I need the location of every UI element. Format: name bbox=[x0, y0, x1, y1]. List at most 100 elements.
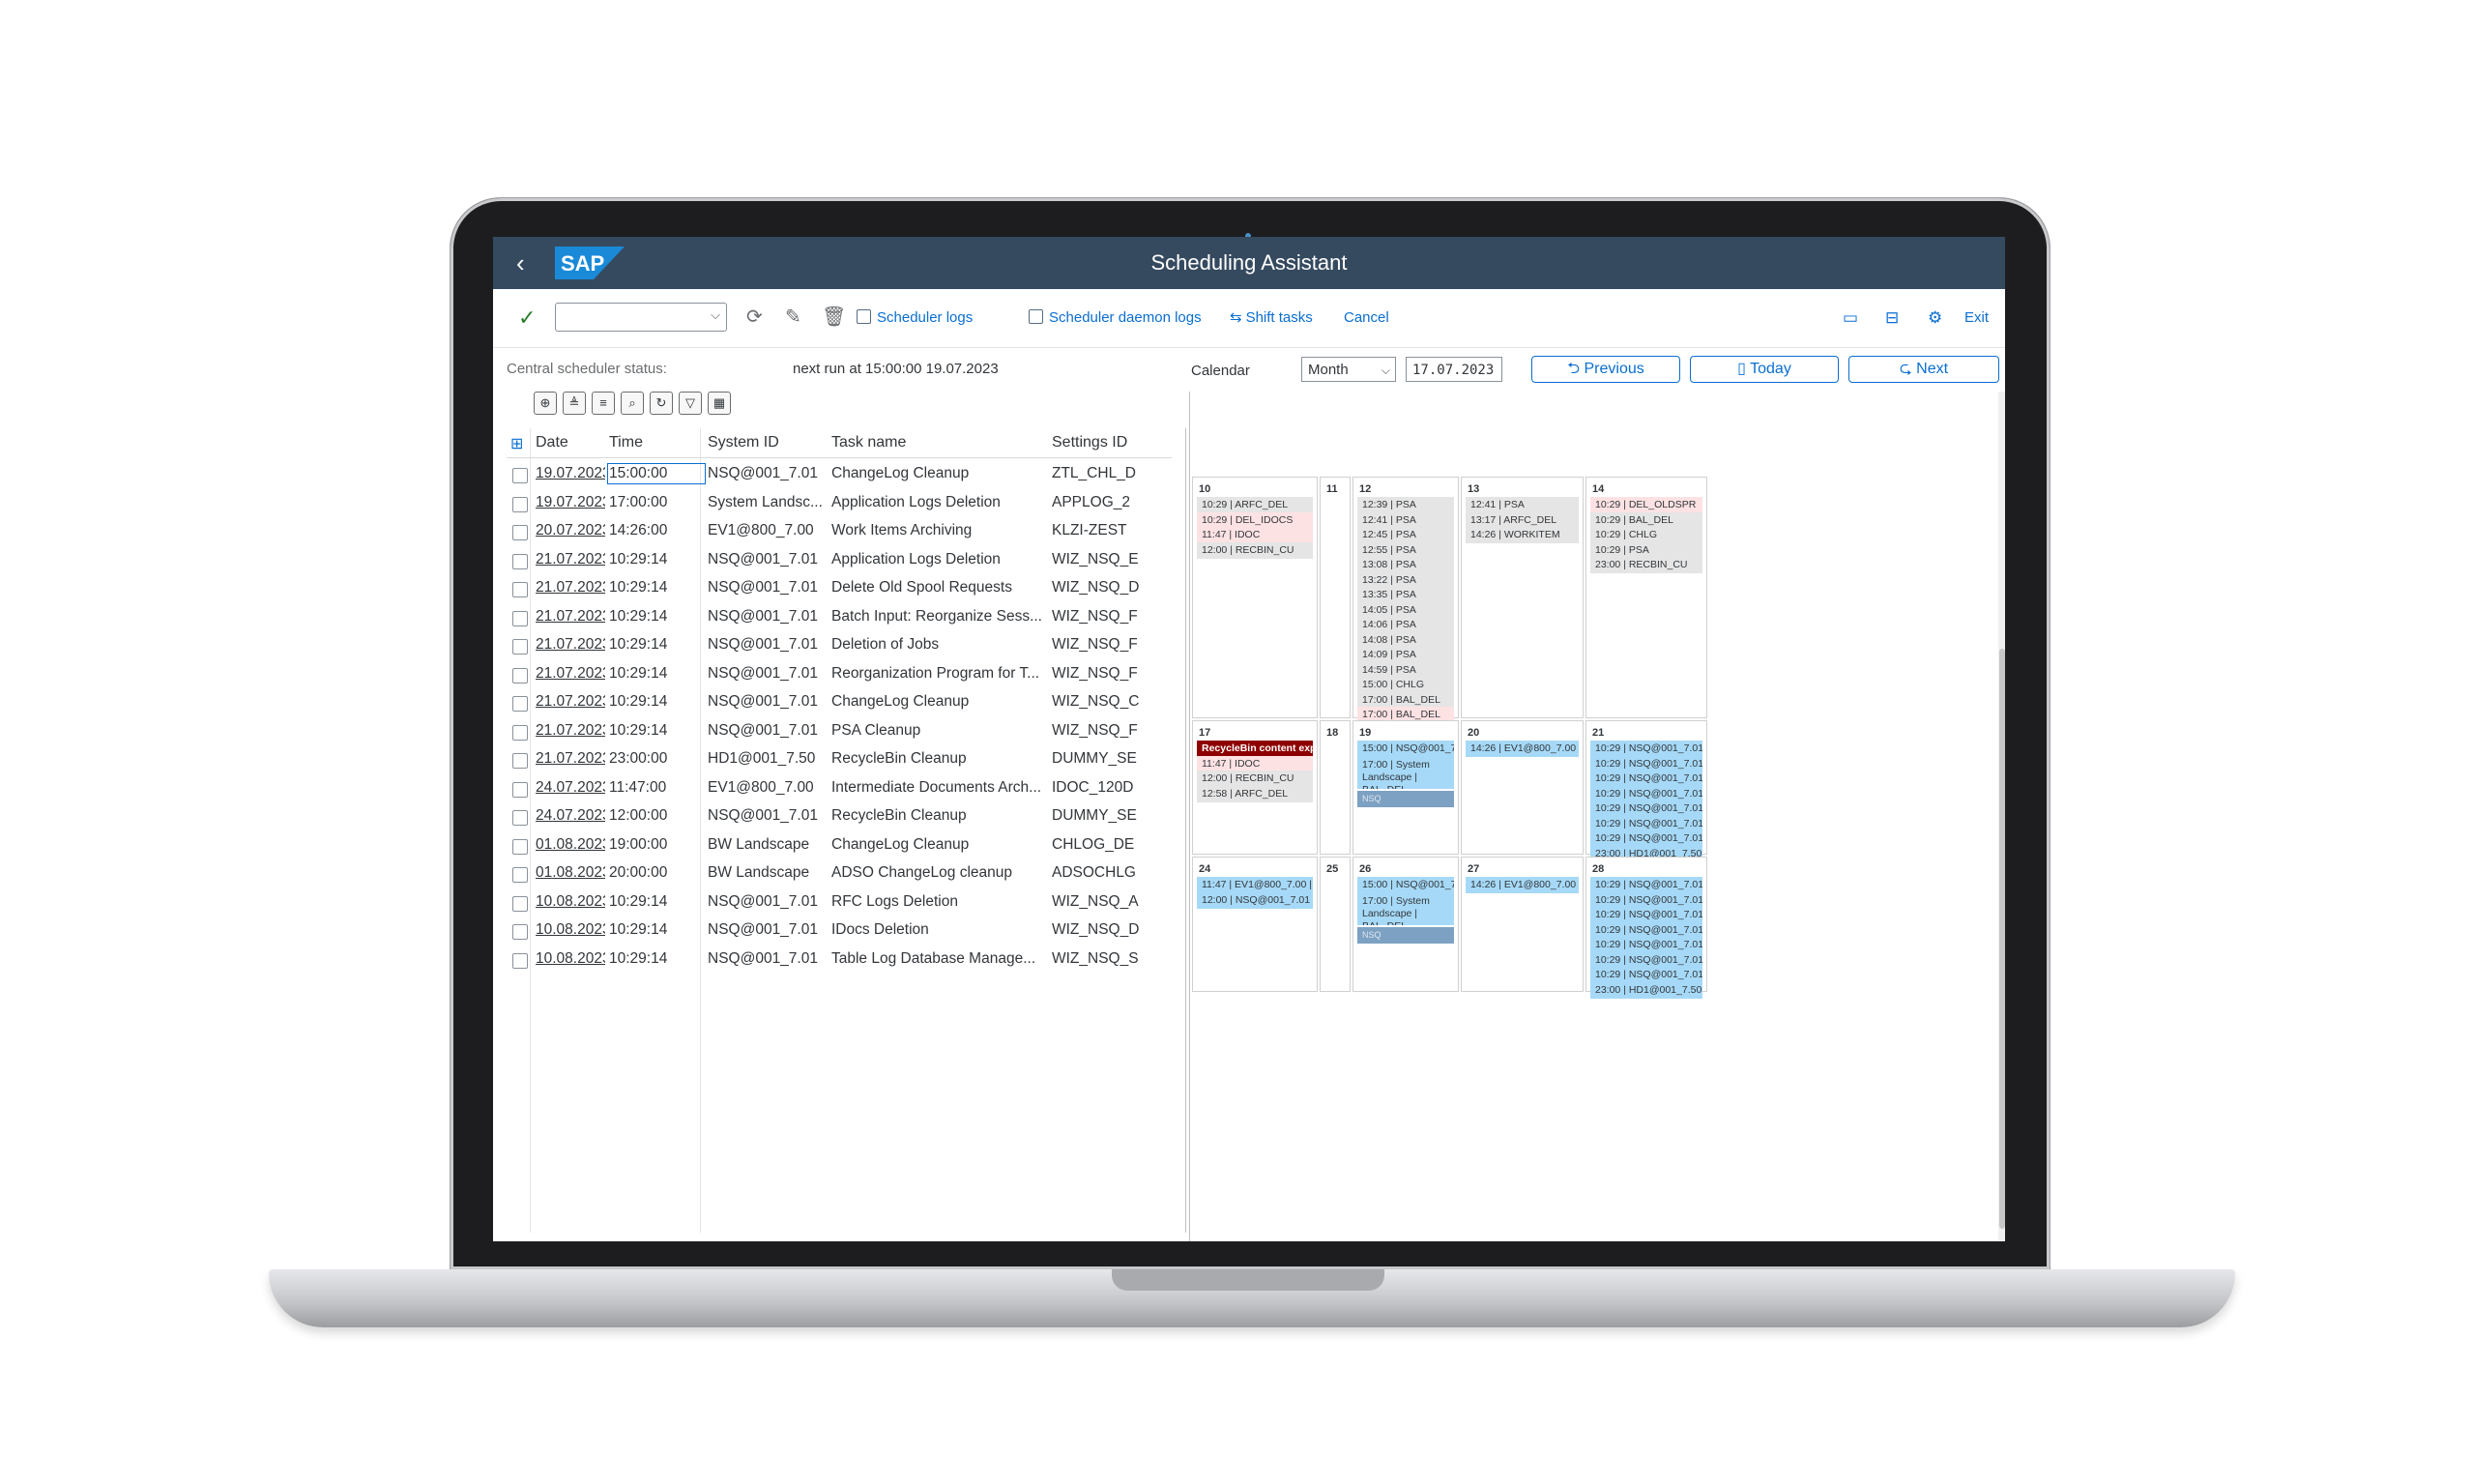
cell-date[interactable]: 10.08.2023 bbox=[536, 921, 605, 939]
confirm-check-icon[interactable]: ✓ bbox=[518, 305, 536, 332]
calendar-day-cell[interactable]: 25 bbox=[1320, 857, 1351, 992]
calendar-event[interactable]: 10:29 | ARFC_DEL bbox=[1197, 497, 1313, 513]
exit-button[interactable]: Exit bbox=[1964, 305, 1989, 332]
calendar-event[interactable]: 12:00 | RECBIN_CU bbox=[1197, 541, 1313, 559]
calendar-event[interactable]: 23:00 | HD1@001_7.50 | RECBIN_CL bbox=[1590, 981, 1702, 999]
calendar-event[interactable]: 12:58 | ARFC_DEL bbox=[1197, 785, 1313, 802]
calendar-event[interactable]: 10:29 | NSQ@001_7.01 | RSSNAPDL bbox=[1590, 800, 1702, 817]
calendar-event[interactable]: 10:29 | NSQ@001_7.01 | RSSNAPDL bbox=[1590, 937, 1702, 953]
table-row[interactable]: 24.07.2023 12:00:00 NSQ@001_7.01 RecycleBin… bbox=[507, 802, 1172, 831]
search-icon[interactable]: ⌕ bbox=[621, 392, 644, 415]
refresh-icon[interactable]: ⟳ bbox=[746, 306, 763, 329]
calendar-event[interactable]: 15:00 | NSQ@001_7.01 | CHLG bbox=[1357, 877, 1454, 893]
row-checkbox[interactable] bbox=[512, 895, 528, 912]
table-row[interactable]: 21.07.2023 10:29:14 NSQ@001_7.01 ChangeLog … bbox=[507, 688, 1172, 717]
calendar-event[interactable]: 14:06 | PSA bbox=[1357, 617, 1454, 633]
table-row[interactable]: 10.08.2023 10:29:14 NSQ@001_7.01 RFC Logs D… bbox=[507, 888, 1172, 917]
row-checkbox[interactable] bbox=[512, 667, 528, 684]
calendar-event[interactable]: 11:47 | IDOC bbox=[1197, 755, 1313, 772]
calendar-event[interactable]: 14:26 | EV1@800_7.00 | WORKITEM bbox=[1466, 741, 1579, 757]
column-header-date[interactable]: Date bbox=[536, 434, 568, 451]
window-icon[interactable]: ▭ bbox=[1843, 305, 1858, 332]
calendar-event[interactable]: 13:17 | ARFC_DEL bbox=[1466, 511, 1579, 529]
table-row[interactable]: 19.07.2023 17:00:00 System Landsc... Applic… bbox=[507, 489, 1172, 518]
row-checkbox[interactable] bbox=[512, 496, 528, 512]
previous-button[interactable]: ⮌ Previous bbox=[1531, 356, 1680, 383]
row-checkbox[interactable] bbox=[512, 952, 528, 969]
cell-date[interactable]: 21.07.2023 bbox=[536, 693, 605, 711]
table-row[interactable]: 21.07.2023 10:29:14 NSQ@001_7.01 Delete Old… bbox=[507, 574, 1172, 603]
calendar-event[interactable]: 17:00 | System Landscape | BAL_DEL bbox=[1357, 891, 1454, 925]
calendar-day-cell[interactable]: 19 15:00 | NSQ@001_7.01 | CHLG17:00 | Sys… bbox=[1352, 720, 1459, 855]
calendar-event[interactable]: 14:26 | WORKITEM bbox=[1466, 527, 1579, 543]
row-checkbox[interactable] bbox=[512, 924, 528, 940]
calendar-day-cell[interactable]: 17 RecycleBin content expired11:47 | IDOC… bbox=[1192, 720, 1318, 855]
table-row[interactable]: 10.08.2023 10:29:14 NSQ@001_7.01 IDocs Dele… bbox=[507, 917, 1172, 946]
sort-ascending-icon[interactable]: ≜ bbox=[563, 392, 586, 415]
table-settings-icon[interactable]: ▦ bbox=[708, 392, 731, 415]
cell-date[interactable]: 01.08.2023 bbox=[536, 836, 605, 854]
table-row[interactable]: 21.07.2023 10:29:14 NSQ@001_7.01 PSA Cleanu… bbox=[507, 717, 1172, 746]
variant-select[interactable]: ⌵ bbox=[555, 303, 727, 332]
calendar-event[interactable]: 14:09 | PSA bbox=[1357, 647, 1454, 663]
select-all-icon[interactable]: ⊞ bbox=[510, 434, 523, 453]
calendar-day-cell[interactable]: 20 14:26 | EV1@800_7.00 | WORKITEM bbox=[1461, 720, 1584, 855]
cell-date[interactable]: 20.07.2023 bbox=[536, 522, 605, 539]
calendar-event[interactable]: 10:29 | NSQ@001_7.01 | CHLG bbox=[1590, 815, 1702, 832]
calendar-event[interactable]: 10:29 | NSQ@001_7.01 | BAL_DEL bbox=[1590, 877, 1702, 893]
calendar-event[interactable]: 10:29 | BAL_DEL bbox=[1590, 511, 1702, 529]
calendar-event[interactable]: 14:05 | PSA bbox=[1357, 601, 1454, 619]
row-checkbox[interactable] bbox=[512, 582, 528, 597]
calendar-day-cell[interactable]: 27 14:26 | EV1@800_7.00 | WORKITEM bbox=[1461, 857, 1584, 992]
cell-date[interactable]: 21.07.2023 bbox=[536, 722, 605, 740]
calendar-event[interactable]: 12:41 | PSA bbox=[1357, 511, 1454, 529]
calendar-event[interactable]: 10:29 | NSQ@001_7.01 | RSODLGDE bbox=[1590, 921, 1702, 939]
calendar-day-cell[interactable]: 2810:29 | NSQ@001_7.01 | BAL_DEL10:29 | … bbox=[1585, 857, 1707, 999]
next-button[interactable]: ⮎ Next bbox=[1848, 356, 1999, 383]
calendar-event[interactable]: 17:00 | BAL_DEL bbox=[1357, 691, 1454, 709]
calendar-event[interactable]: 17:00 | System Landscape | BAL_DEL bbox=[1357, 755, 1454, 789]
calendar-event[interactable]: NSQ bbox=[1357, 790, 1454, 807]
calendar-event[interactable]: 14:59 | PSA bbox=[1357, 661, 1454, 679]
calendar-event[interactable]: 15:00 | NSQ@001_7.01 | CHLG bbox=[1357, 741, 1454, 757]
scheduler-logs-button[interactable]: Scheduler logs bbox=[857, 305, 973, 332]
cell-date[interactable]: 19.07.2023 bbox=[536, 494, 605, 511]
cell-date[interactable]: 21.07.2023 bbox=[536, 608, 605, 626]
calendar-event[interactable]: 12:00 | NSQ@001_7.01 | RECBIN_CU bbox=[1197, 891, 1313, 909]
calendar-event[interactable]: NSQ bbox=[1357, 926, 1454, 944]
delete-icon[interactable]: 🗑 bbox=[822, 306, 846, 329]
calendar-event[interactable]: 10:29 | CHLG bbox=[1590, 527, 1702, 543]
calendar-scrollbar[interactable] bbox=[1998, 392, 2005, 1241]
cell-date[interactable]: 19.07.2023 bbox=[536, 465, 605, 482]
calendar-event[interactable]: 12:55 | PSA bbox=[1357, 541, 1454, 559]
calendar-event[interactable]: 11:47 | IDOC bbox=[1197, 527, 1313, 543]
calendar-event[interactable]: 14:08 | PSA bbox=[1357, 631, 1454, 649]
calendar-event[interactable]: 15:00 | CHLG bbox=[1357, 677, 1454, 693]
calendar-event[interactable]: 10:29 | DEL_IDOCS bbox=[1197, 511, 1313, 529]
cell-date[interactable]: 21.07.2023 bbox=[536, 665, 605, 683]
calendar-event[interactable]: 10:29 | PSA bbox=[1590, 541, 1702, 559]
row-checkbox[interactable] bbox=[512, 468, 528, 483]
column-header-time[interactable]: Time bbox=[609, 434, 643, 451]
row-checkbox[interactable] bbox=[512, 696, 528, 712]
calendar-day-cell[interactable]: 24 11:47 | EV1@800_7.00 | IDOC12:00 | NSQ… bbox=[1192, 857, 1318, 992]
calendar-day-cell[interactable]: 11 bbox=[1320, 477, 1351, 718]
cell-date[interactable]: 10.08.2023 bbox=[536, 950, 605, 968]
row-checkbox[interactable] bbox=[512, 610, 528, 626]
column-header-task-name[interactable]: Task name bbox=[831, 434, 906, 451]
calendar-event[interactable]: 13:08 | PSA bbox=[1357, 557, 1454, 573]
row-checkbox[interactable] bbox=[512, 553, 528, 569]
cancel-button[interactable]: Cancel bbox=[1344, 305, 1389, 332]
cell-date[interactable]: 21.07.2023 bbox=[536, 579, 605, 597]
row-checkbox[interactable] bbox=[512, 810, 528, 826]
layout-icon[interactable]: ⊟ bbox=[1885, 305, 1899, 332]
row-checkbox[interactable] bbox=[512, 639, 528, 655]
calendar-day-cell[interactable]: 12 12:39 | PSA 12:41 | PSA 12:45 | PSA 12:55… bbox=[1352, 477, 1459, 723]
calendar-view-select[interactable]: Month ⌵ bbox=[1301, 357, 1396, 382]
calendar-event[interactable]: 12:39 | PSA bbox=[1357, 497, 1454, 513]
calendar-event[interactable]: 10:29 | NSQ@001_7.01 | REORGSES bbox=[1590, 771, 1702, 787]
cell-date[interactable]: 21.07.2023 bbox=[536, 551, 605, 568]
calendar-event[interactable]: 10:29 | NSQ@001_7.01 | DEL_OLDSI bbox=[1590, 755, 1702, 772]
calendar-event[interactable]: 13:35 | PSA bbox=[1357, 587, 1454, 603]
table-row[interactable]: 19.07.2023 15:00:00 NSQ@001_7.01 ChangeLog … bbox=[507, 460, 1172, 489]
